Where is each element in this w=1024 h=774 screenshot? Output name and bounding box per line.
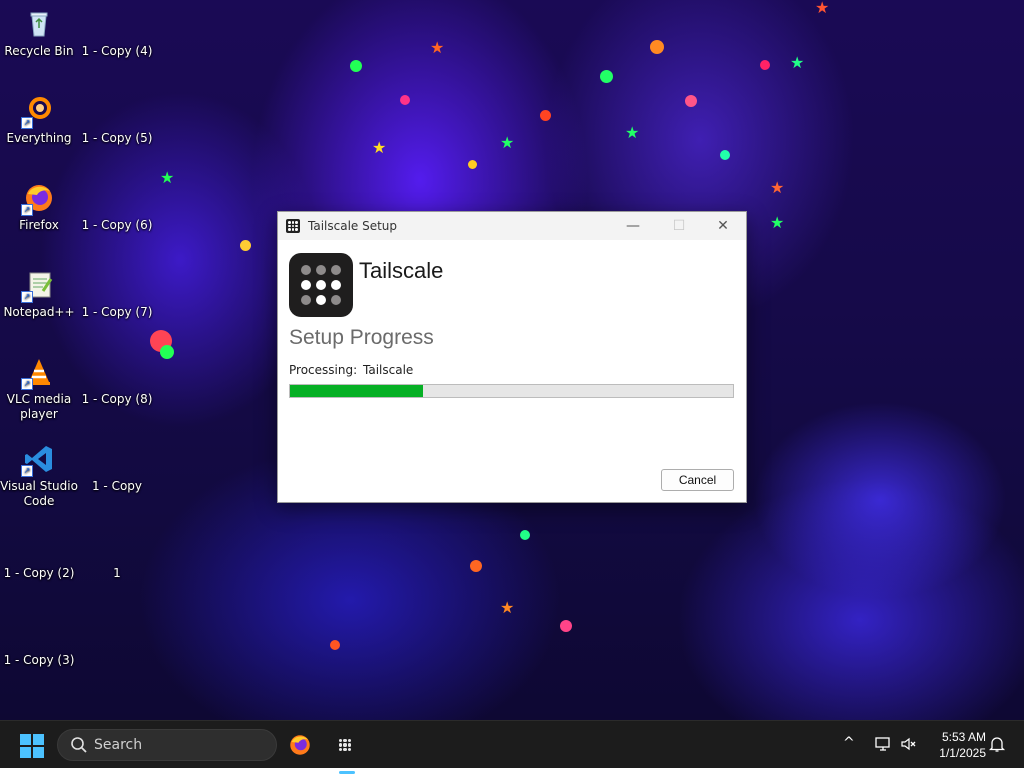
shortcut-arrow-icon: ↗ xyxy=(21,204,33,216)
wallpaper-light xyxy=(720,150,730,160)
progress-bar-fill xyxy=(290,385,423,397)
vscode-icon: ↗ xyxy=(21,443,55,477)
wallpaper-light xyxy=(520,530,530,540)
desktop-icon-file[interactable]: 1 - Copy (3) xyxy=(0,617,78,668)
setup-window: Tailscale Setup — ☐ ✕ Tailscale Setup Pr… xyxy=(277,211,747,503)
desktop-icon-file[interactable]: 1 - Copy xyxy=(78,443,156,494)
clock-date: 1/1/2025 xyxy=(939,746,986,760)
wallpaper-light xyxy=(540,110,551,121)
desktop-icon-recycle-bin[interactable]: Recycle Bin xyxy=(0,8,78,59)
wallpaper-light xyxy=(685,95,697,107)
minimize-button[interactable]: — xyxy=(610,212,656,240)
firefox-icon xyxy=(290,735,310,755)
wallpaper-star: ★ xyxy=(500,133,515,152)
wallpaper-light xyxy=(400,95,410,105)
wallpaper-light xyxy=(330,640,340,650)
desktop-icon-file[interactable]: 1 - Copy (4) xyxy=(78,8,156,59)
desktop-icon-firefox[interactable]: ↗ Firefox xyxy=(0,182,78,233)
window-title: Tailscale Setup xyxy=(308,219,398,233)
wallpaper-star: ★ xyxy=(500,598,515,617)
search-icon xyxy=(70,736,88,754)
tailscale-icon xyxy=(339,739,351,751)
shortcut-arrow-icon: ↗ xyxy=(21,465,33,477)
shortcut-arrow-icon: ↗ xyxy=(21,117,33,129)
start-button[interactable] xyxy=(20,734,44,758)
firefox-icon: ↗ xyxy=(21,182,55,216)
cancel-button[interactable]: Cancel xyxy=(661,469,734,491)
wallpaper-star: ★ xyxy=(160,168,175,187)
tailscale-app-icon xyxy=(286,219,300,233)
wallpaper-star: ★ xyxy=(625,123,640,142)
taskbar-firefox-button[interactable] xyxy=(288,733,312,757)
shortcut-arrow-icon: ↗ xyxy=(21,291,33,303)
notepadpp-icon: ↗ xyxy=(21,269,55,303)
brand-name: Tailscale xyxy=(359,258,444,283)
vlc-icon: ↗ xyxy=(21,356,55,390)
desktop-icon-vlc[interactable]: ↗ VLC media player xyxy=(0,356,78,422)
file-icon xyxy=(23,617,55,649)
clock-time: 5:53 AM xyxy=(941,730,986,744)
desktop-icon-notepadpp[interactable]: ↗ Notepad++ xyxy=(0,269,78,320)
window-titlebar[interactable]: Tailscale Setup — ☐ ✕ xyxy=(278,212,746,240)
desktop-icon-file[interactable]: 1 - Copy (8) xyxy=(78,356,156,407)
recycle-bin-icon xyxy=(23,8,55,40)
wallpaper-light xyxy=(760,60,770,70)
wallpaper-star: ★ xyxy=(815,0,830,17)
taskbar-search-box[interactable]: Search xyxy=(57,729,277,761)
close-button[interactable]: ✕ xyxy=(700,212,746,240)
desktop-icon-file[interactable]: 1 - Copy (7) xyxy=(78,269,156,320)
wallpaper-star: ★ xyxy=(770,178,785,197)
wallpaper-light xyxy=(470,560,482,572)
taskbar-clock[interactable]: 5:53 AM 1/1/2025 xyxy=(924,729,986,761)
wallpaper-light xyxy=(468,160,477,169)
wallpaper-light xyxy=(600,70,613,83)
desktop-icon-file[interactable]: 1 - Copy (2) xyxy=(0,530,78,581)
setup-progress-heading: Setup Progress xyxy=(289,326,434,349)
file-icon xyxy=(101,182,133,214)
taskbar-tailscale-button[interactable] xyxy=(333,733,357,774)
wallpaper-star: ★ xyxy=(372,138,387,157)
wallpaper-light xyxy=(160,345,174,359)
file-icon xyxy=(101,356,133,388)
file-icon xyxy=(101,269,133,301)
search-placeholder: Search xyxy=(94,737,143,753)
file-icon xyxy=(101,8,133,40)
shortcut-arrow-icon: ↗ xyxy=(21,378,33,390)
wallpaper-star: ★ xyxy=(430,38,445,57)
taskbar: Search ^ 5:53 AM 1/1/2025 xyxy=(0,720,1024,774)
processing-value: Tailscale xyxy=(363,363,414,377)
desktop-icon-file[interactable]: 1 - Copy (6) xyxy=(78,182,156,233)
desktop-icon-vscode[interactable]: ↗ Visual Studio Code xyxy=(0,443,78,509)
show-hidden-icons-chevron-icon[interactable]: ^ xyxy=(843,735,855,751)
processing-label: Processing: xyxy=(289,363,358,377)
wallpaper-light xyxy=(240,240,251,251)
wallpaper-light xyxy=(560,620,572,632)
wallpaper-light xyxy=(650,40,664,54)
desktop-icon-file[interactable]: 1 xyxy=(78,530,156,581)
file-icon xyxy=(101,443,133,475)
file-icon xyxy=(23,530,55,562)
wallpaper-star: ★ xyxy=(790,53,805,72)
file-icon xyxy=(101,530,133,562)
maximize-button: ☐ xyxy=(672,218,686,234)
everything-search-icon: ↗ xyxy=(21,95,55,129)
desktop-icon-everything[interactable]: ↗ Everything xyxy=(0,95,78,146)
volume-muted-icon[interactable] xyxy=(900,735,918,757)
progress-bar xyxy=(289,384,734,398)
tailscale-logo-icon xyxy=(289,253,353,317)
wallpaper-star: ★ xyxy=(770,213,785,232)
network-icon[interactable] xyxy=(874,735,892,757)
notification-bell-icon[interactable] xyxy=(988,735,1006,757)
wallpaper-light xyxy=(350,60,362,72)
file-icon xyxy=(101,95,133,127)
desktop-icon-file[interactable]: 1 - Copy (5) xyxy=(78,95,156,146)
